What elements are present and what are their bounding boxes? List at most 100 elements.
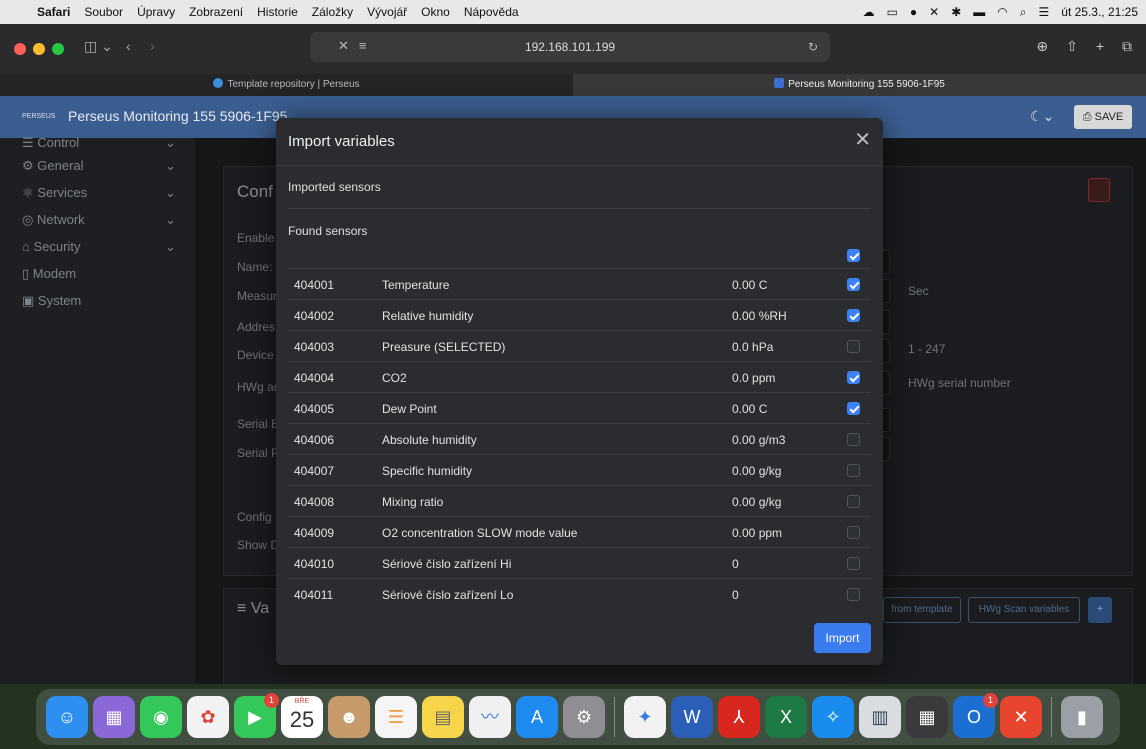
sidebar-item-general[interactable]: ⚙ General ⌄: [0, 152, 195, 179]
delete-button[interactable]: [1088, 178, 1110, 202]
word-icon[interactable]: W: [671, 696, 713, 738]
media-icon[interactable]: ●: [910, 5, 917, 19]
sensor-id: 404006: [294, 433, 335, 447]
screen-mirror-icon[interactable]: ▭: [887, 5, 898, 19]
menu-vyvojar[interactable]: Vývojář: [360, 5, 414, 19]
toolbar-right-icons: ⊕ ⇧ + ⧉: [1036, 38, 1132, 55]
menu-soubor[interactable]: Soubor: [77, 5, 130, 19]
battery-icon[interactable]: ▬: [973, 5, 985, 19]
safari-icon[interactable]: ✧: [812, 696, 854, 738]
tab-template-repository[interactable]: Template repository | Perseus: [0, 74, 573, 96]
chevron-down-icon: ⌄: [165, 185, 176, 200]
downloads-icon[interactable]: ⊕: [1036, 38, 1048, 55]
finder-icon[interactable]: ☺: [46, 696, 88, 738]
sensor-checkbox[interactable]: [847, 371, 860, 384]
menubar-datetime[interactable]: út 25.3., 21:25: [1061, 5, 1138, 19]
theme-toggle-icon[interactable]: ☾⌄: [1030, 108, 1054, 125]
preview-icon[interactable]: ▥: [859, 696, 901, 738]
sensor-checkbox[interactable]: [847, 340, 860, 353]
menu-okno[interactable]: Okno: [414, 5, 457, 19]
tool-icon[interactable]: ✕: [929, 5, 939, 19]
reminders-icon[interactable]: ☰: [375, 696, 417, 738]
sensor-value: 0: [732, 588, 739, 602]
sensor-value: 0: [732, 557, 739, 571]
back-icon[interactable]: ‹: [126, 38, 131, 54]
close-icon[interactable]: ✕: [854, 130, 871, 150]
select-all-checkbox[interactable]: [847, 249, 860, 262]
facetime-badge: 1: [264, 693, 279, 708]
slack-icon[interactable]: ✦: [624, 696, 666, 738]
menu-zobrazeni[interactable]: Zobrazení: [182, 5, 250, 19]
system-settings-icon[interactable]: ⚙: [563, 696, 605, 738]
trash-icon[interactable]: ▮: [1061, 696, 1103, 738]
sensor-checkbox[interactable]: [847, 495, 860, 508]
menu-historie[interactable]: Historie: [250, 5, 305, 19]
spotlight-icon[interactable]: ⌕: [1020, 5, 1027, 20]
excel-icon[interactable]: X: [765, 696, 807, 738]
sidebar-item-security[interactable]: ⌂ Security ⌄: [0, 233, 195, 260]
sensor-checkbox[interactable]: [847, 464, 860, 477]
outlook-icon[interactable]: O1: [953, 693, 998, 738]
forward-icon[interactable]: ›: [150, 38, 155, 54]
save-label: SAVE: [1094, 111, 1124, 123]
menu-napoveda[interactable]: Nápověda: [457, 5, 526, 19]
sensor-checkbox[interactable]: [847, 526, 860, 539]
launchpad-icon[interactable]: ▦: [93, 696, 135, 738]
zoom-window-button[interactable]: [52, 43, 64, 55]
sidebar-item-modem[interactable]: ▯ Modem: [0, 260, 195, 287]
sensor-checkbox[interactable]: [847, 588, 860, 601]
remote-desktop-icon[interactable]: ✕: [1000, 696, 1042, 738]
photos-icon[interactable]: ✿: [187, 696, 229, 738]
sidebar-toggle-icon[interactable]: ◫ ⌄: [84, 38, 113, 55]
sensor-checkbox[interactable]: [847, 557, 860, 570]
acrobat-icon[interactable]: ⅄: [718, 696, 760, 738]
save-button[interactable]: ⎙ SAVE: [1074, 105, 1132, 129]
calendar-icon[interactable]: BŘE 25: [281, 696, 323, 738]
imported-sensors-label: Imported sensors: [288, 180, 381, 194]
hwg-scan-variables-button[interactable]: HWg Scan variables: [968, 597, 1080, 623]
address-bar-url: 192.168.101.199: [524, 40, 616, 54]
messages-icon[interactable]: ◉: [140, 696, 182, 738]
sensor-checkbox[interactable]: [847, 433, 860, 446]
add-variable-button[interactable]: +: [1088, 597, 1112, 623]
address-bar[interactable]: 192.168.101.199 ↻: [310, 32, 830, 62]
sensor-value: 0.00 g/m3: [732, 433, 786, 447]
from-template-button[interactable]: from template: [883, 597, 961, 623]
tab-perseus-monitoring[interactable]: Perseus Monitoring 155 5906-1F95: [573, 74, 1146, 96]
sensor-name: CO2: [382, 371, 407, 385]
control-center-icon[interactable]: ☰: [1039, 5, 1050, 19]
sidebar-item-label: General: [37, 158, 84, 173]
calculator-icon[interactable]: ▦: [906, 696, 948, 738]
bluetooth-icon[interactable]: ✱: [951, 5, 961, 19]
menu-zalozky[interactable]: Záložky: [305, 5, 360, 19]
wifi-icon[interactable]: ◠: [997, 5, 1007, 19]
sensor-checkbox[interactable]: [847, 278, 860, 291]
minimize-window-button[interactable]: [33, 43, 45, 55]
sidebar-item-control[interactable]: ☰ Control ⌄: [0, 136, 195, 152]
app-store-icon[interactable]: A: [516, 696, 558, 738]
notes-icon[interactable]: ▤: [422, 696, 464, 738]
sensor-checkbox[interactable]: [847, 402, 860, 415]
cloud-icon[interactable]: ☁: [863, 5, 875, 19]
table-row: 404006 Absolute humidity 0.00 g/m3: [288, 423, 871, 454]
sidebar-item-network[interactable]: ◎ Network ⌄: [0, 206, 195, 233]
menu-upravy[interactable]: Úpravy: [130, 5, 182, 19]
close-window-button[interactable]: [14, 43, 26, 55]
new-tab-icon[interactable]: +: [1096, 38, 1104, 55]
contacts-icon[interactable]: ☻: [328, 696, 370, 738]
import-button[interactable]: Import: [814, 623, 871, 653]
sidebar-item-label: Modem: [32, 266, 77, 281]
sidebar-item-services[interactable]: ⚛ Services ⌄: [0, 179, 195, 206]
reload-icon[interactable]: ↻: [808, 32, 818, 62]
sensor-checkbox[interactable]: [847, 309, 860, 322]
dock-separator: [614, 697, 615, 737]
tab-overview-icon[interactable]: ⧉: [1122, 38, 1132, 55]
freeform-icon[interactable]: 〰: [469, 696, 511, 738]
menu-app-name[interactable]: Safari: [30, 5, 77, 19]
facetime-icon[interactable]: ▶ 1: [234, 693, 279, 738]
share-icon[interactable]: ⇧: [1066, 38, 1078, 55]
extension-icon[interactable]: ✕: [338, 38, 349, 54]
reader-icon[interactable]: ≡: [359, 38, 367, 54]
sensor-value: 0.00 g/kg: [732, 464, 782, 478]
sidebar-item-system[interactable]: ▣ System: [0, 287, 195, 314]
